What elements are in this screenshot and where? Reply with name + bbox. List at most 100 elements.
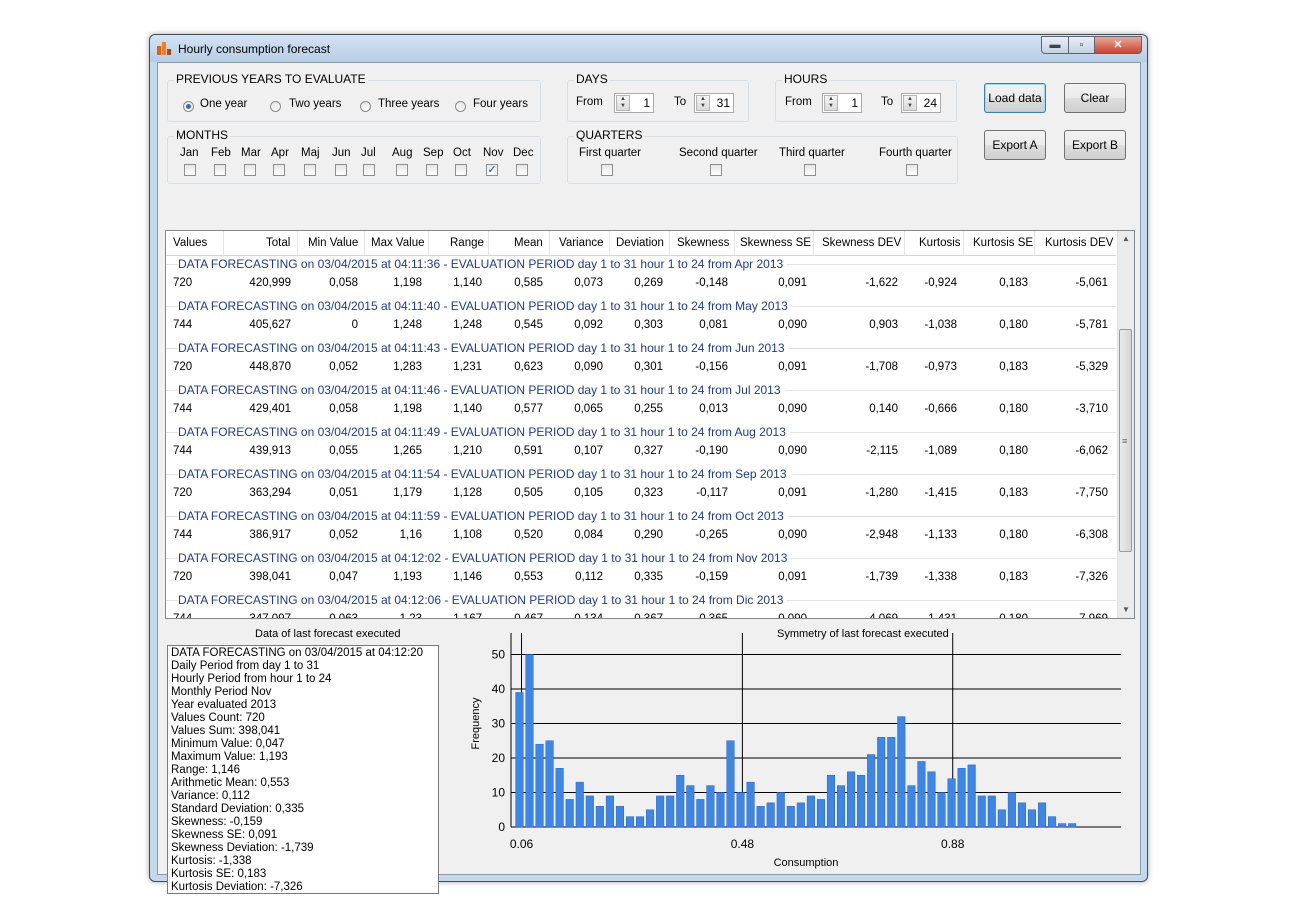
table-row[interactable]: DATA FORECASTING on 03/04/2015 at 04:12:… (166, 549, 1116, 591)
radio-three-years[interactable] (360, 101, 371, 112)
hours-to-stepper[interactable]: ▲ ▼ 24 (901, 93, 941, 113)
summary-line: Year evaluated 2013 (171, 699, 277, 711)
table-cell: 363,294 (249, 487, 291, 499)
quarter-first-checkbox[interactable] (601, 164, 613, 176)
row-group-header: DATA FORECASTING on 03/04/2015 at 04:12:… (178, 551, 792, 565)
month-sep-label: Sep (423, 147, 444, 159)
table-row[interactable]: DATA FORECASTING on 03/04/2015 at 04:11:… (166, 381, 1116, 423)
col-kurtosis[interactable]: Kurtosis (919, 237, 961, 249)
month-jan-label: Jan (180, 147, 199, 159)
table-cell: -7,750 (1075, 487, 1108, 499)
maximize-button[interactable]: ▫ (1068, 36, 1095, 54)
month-mar-checkbox[interactable] (244, 164, 256, 176)
col-skewness-dev[interactable]: Skewness DEV (822, 237, 901, 249)
title-bar[interactable]: Hourly consumption forecast ▬ ▫ ✕ (150, 35, 1147, 62)
col-kurtosis-dev[interactable]: Kurtosis DEV (1045, 237, 1113, 249)
radio-four-years[interactable] (455, 101, 466, 112)
days-from-stepper[interactable]: ▲ ▼ 1 (614, 93, 654, 113)
export-b-button[interactable]: Export B (1064, 130, 1126, 160)
x-tick-label: 0.88 (941, 837, 965, 851)
hours-to-label: To (881, 96, 894, 108)
month-nov-checkbox[interactable]: ✓ (486, 164, 498, 176)
month-oct-checkbox[interactable] (455, 164, 467, 176)
month-mar-label: Mar (241, 147, 261, 159)
col-total[interactable]: Total (266, 237, 290, 249)
histogram-bar (1058, 823, 1067, 828)
col-range[interactable]: Range (450, 237, 484, 249)
spin-arrows-icon[interactable]: ▲ ▼ (903, 95, 917, 111)
col-values[interactable]: Values (173, 237, 207, 249)
spin-arrows-icon[interactable]: ▲ ▼ (696, 95, 710, 111)
histogram-bar (716, 792, 725, 828)
scroll-up-icon[interactable]: ▲ (1118, 231, 1134, 247)
table-row[interactable]: DATA FORECASTING on 03/04/2015 at 04:11:… (166, 297, 1116, 339)
row-group-header: DATA FORECASTING on 03/04/2015 at 04:11:… (178, 299, 792, 313)
quarter-second-checkbox[interactable] (710, 164, 722, 176)
grid-scrollbar[interactable]: ▲ ≡ ▼ (1117, 231, 1134, 618)
x-tick-label: 0.48 (731, 837, 755, 851)
quarter-fourth-checkbox[interactable] (906, 164, 918, 176)
spin-arrows-icon[interactable]: ▲ ▼ (616, 95, 630, 111)
table-row[interactable]: DATA FORECASTING on 03/04/2015 at 04:11:… (166, 507, 1116, 549)
close-button[interactable]: ✕ (1094, 36, 1142, 54)
table-cell: 1,193 (393, 571, 422, 583)
month-jan-checkbox[interactable] (184, 164, 196, 176)
days-to-stepper[interactable]: ▲ ▼ 31 (694, 93, 734, 113)
days-from-label: From (576, 96, 603, 108)
month-aug-checkbox[interactable] (396, 164, 408, 176)
radio-one-year[interactable] (183, 101, 194, 112)
col-max-value[interactable]: Max Value (371, 237, 424, 249)
summary-line: Monthly Period Nov (171, 686, 272, 698)
histogram-bar (646, 809, 655, 828)
table-row[interactable]: DATA FORECASTING on 03/04/2015 at 04:11:… (166, 465, 1116, 507)
table-cell: 1,140 (453, 277, 482, 289)
col-deviation[interactable]: Deviation (616, 237, 664, 249)
histogram-bar (786, 806, 795, 828)
table-row[interactable]: DATA FORECASTING on 03/04/2015 at 04:11:… (166, 423, 1116, 465)
load-data-button[interactable]: Load data (984, 83, 1046, 113)
month-dec-checkbox[interactable] (516, 164, 528, 176)
summary-textbox[interactable]: DATA FORECASTING on 03/04/2015 at 04:12:… (167, 645, 439, 894)
summary-line: Standard Deviation: 0,335 (171, 803, 304, 815)
table-row[interactable]: DATA FORECASTING on 03/04/2015 at 04:11:… (166, 339, 1116, 381)
spin-arrows-icon[interactable]: ▲ ▼ (824, 95, 838, 111)
export-a-button[interactable]: Export A (984, 130, 1046, 160)
hours-from-stepper[interactable]: ▲ ▼ 1 (822, 93, 862, 113)
table-cell: 1,108 (453, 529, 482, 541)
summary-title: Data of last forecast executed (255, 628, 401, 640)
histogram-bar (565, 799, 574, 828)
col-min-value[interactable]: Min Value (308, 237, 358, 249)
minimize-button[interactable]: ▬ (1041, 36, 1069, 54)
table-cell: 0,183 (999, 571, 1028, 583)
table-cell: -2,115 (866, 445, 898, 457)
table-cell: 720 (173, 571, 193, 583)
month-maj-checkbox[interactable] (304, 164, 316, 176)
results-grid[interactable]: Values Total Min Value Max Value Range M… (165, 230, 1135, 619)
month-jun-checkbox[interactable] (335, 164, 347, 176)
month-jul-checkbox[interactable] (363, 164, 375, 176)
table-cell: -1,739 (865, 571, 898, 583)
month-feb-checkbox[interactable] (214, 164, 226, 176)
col-kurtosis-se[interactable]: Kurtosis SE (973, 237, 1033, 249)
table-cell: 0,092 (574, 319, 603, 331)
col-mean[interactable]: Mean (514, 237, 543, 249)
col-skewness[interactable]: Skewness (677, 237, 729, 249)
app-icon (157, 42, 171, 55)
radio-two-years[interactable] (270, 101, 281, 112)
month-sep-checkbox[interactable] (426, 164, 438, 176)
table-row[interactable]: DATA FORECASTING on 03/04/2015 at 04:12:… (166, 591, 1116, 619)
y-tick-label: 30 (492, 717, 506, 731)
table-cell: 0,134 (574, 613, 603, 619)
months-group: MONTHS Jan Feb Mar Apr Maj Jun Jul Aug S… (167, 128, 541, 184)
quarter-third-checkbox[interactable] (804, 164, 816, 176)
month-apr-checkbox[interactable] (273, 164, 285, 176)
table-cell: 0,180 (999, 319, 1028, 331)
scroll-down-icon[interactable]: ▼ (1118, 602, 1134, 618)
col-skewness-se[interactable]: Skewness SE (740, 237, 811, 249)
month-jun-label: Jun (332, 147, 351, 159)
col-variance[interactable]: Variance (559, 237, 604, 249)
table-row[interactable]: DATA FORECASTING on 03/04/2015 at 04:11:… (166, 255, 1116, 297)
y-tick-label: 40 (492, 682, 506, 696)
clear-button[interactable]: Clear (1064, 83, 1126, 113)
table-cell: -1,133 (924, 529, 957, 541)
